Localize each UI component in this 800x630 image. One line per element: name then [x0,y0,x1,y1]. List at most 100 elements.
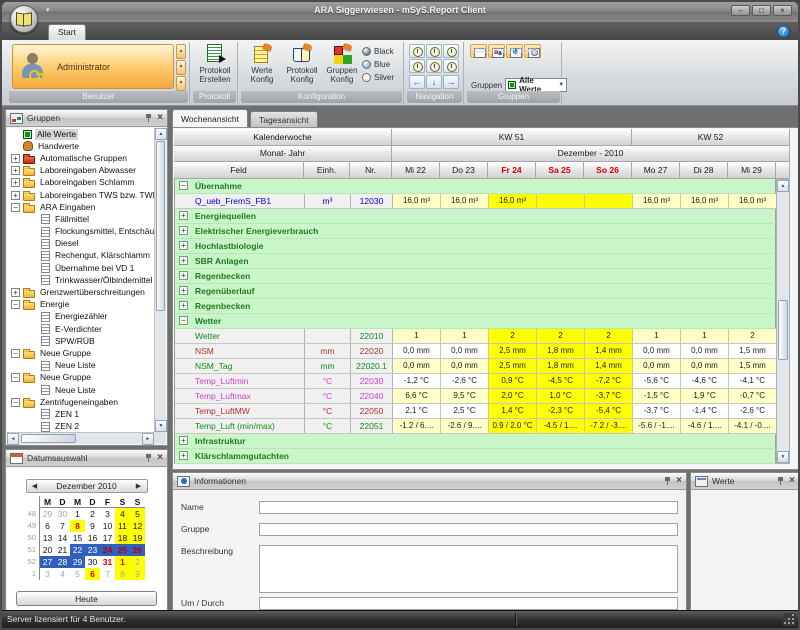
today-button[interactable]: Heute [16,591,157,606]
value-cell[interactable]: 16,0 m³ [681,194,729,208]
expand-icon[interactable]: + [179,271,188,280]
theme-option-silver[interactable]: Silver [362,71,394,84]
calendar-day[interactable]: 31 [100,556,115,568]
value-cell[interactable]: -5.6 / -1.... [633,419,681,433]
calendar-day[interactable]: 14 [55,532,70,544]
field-name-cell[interactable]: Wetter [175,329,305,343]
value-cell[interactable]: -3,7 °C [585,389,633,403]
field-name-cell[interactable]: Temp_Luftmax [175,389,305,403]
value-cell[interactable]: 1,9 °C [681,389,729,403]
value-cell[interactable]: 1 [393,329,441,343]
calendar-day[interactable]: 4 [55,568,70,580]
calendar-day[interactable]: 6 [40,520,55,532]
tab-wochenansicht[interactable]: Wochenansicht [172,109,248,128]
tree-item[interactable]: +Automatische Gruppen [7,152,154,164]
tree-item[interactable]: ZEN 2 [7,421,154,433]
calendar-day[interactable]: 10 [100,520,115,532]
expand-icon[interactable]: + [179,256,188,265]
value-cell[interactable]: 1,8 mm [537,359,585,373]
value-cell[interactable]: -2.6 / 9.... [441,419,489,433]
section-row[interactable]: +Regenbecken [175,299,776,314]
quick-access-caret-icon[interactable]: ▾ [46,6,50,14]
expand-icon[interactable]: + [11,154,20,163]
value-cell[interactable]: 2,5 mm [489,359,537,373]
expand-icon[interactable]: + [11,166,20,175]
calendar-day[interactable]: 16 [85,532,100,544]
value-cell[interactable]: 0,0 mm [633,359,681,373]
calendar-day[interactable]: 7 [55,520,70,532]
tree-item[interactable]: −Zentrifugeneingaben [7,396,154,408]
field-name-cell[interactable]: Temp_LuftMW [175,404,305,418]
theme-option-blue[interactable]: Blue [362,58,394,71]
value-cell[interactable]: 1 [441,329,489,343]
expand-icon[interactable]: + [179,211,188,220]
tree-vertical-scrollbar[interactable]: ▲ ▼ [154,128,166,432]
calendar-day[interactable]: 21 [55,544,70,556]
calendar-day[interactable]: 29 [40,508,55,520]
value-cell[interactable]: -5,4 °C [585,404,633,418]
value-cell[interactable]: -4,6 °C [681,374,729,388]
day-column-header[interactable]: Mi 29 [728,162,776,179]
section-row[interactable]: +Hochlastbiologie [175,239,776,254]
section-row[interactable]: +Regenüberlauf [175,284,776,299]
calendar-day[interactable]: 3 [100,508,115,520]
tree-item[interactable]: Neue Liste [7,360,154,372]
tree-item[interactable]: −Neue Gruppe [7,372,154,384]
calendar-day[interactable]: 12 [130,520,145,532]
value-cell[interactable]: -7.2 / -3.... [585,419,633,433]
tree-item[interactable]: +Laboreingaben Schlamm [7,177,154,189]
calendar-day[interactable]: 19 [130,532,145,544]
value-cell[interactable]: -1,2 °C [393,374,441,388]
calendar-day[interactable]: 15 [70,532,85,544]
value-cell[interactable]: -4,5 °C [537,374,585,388]
expand-icon[interactable]: + [179,226,188,235]
clock-icon[interactable] [443,44,459,58]
value-cell[interactable]: -4,1 °C [729,374,777,388]
day-column-header[interactable]: Sa 25 [536,162,584,179]
value-cell[interactable]: 0.9 / 2.0 °C [489,419,537,433]
collapse-icon[interactable]: − [179,316,188,325]
value-cell[interactable]: -2,6 °C [729,404,777,418]
day-column-header[interactable]: Do 23 [440,162,488,179]
section-row[interactable]: −Übernahme [175,179,776,194]
close-icon[interactable]: × [789,476,795,486]
value-cell[interactable]: 2 [585,329,633,343]
expand-icon[interactable]: + [179,301,188,310]
um-durch-field[interactable] [259,597,678,610]
field-name-cell[interactable]: Q_ueb_FremS_FB1 [175,194,305,208]
calendar-day[interactable]: 8 [115,568,130,580]
scroll-down-icon[interactable]: ▼ [176,60,186,75]
value-cell[interactable]: 16,0 m³ [489,194,537,208]
value-cell[interactable]: 0,0 mm [681,359,729,373]
value-cell[interactable]: 16,0 m³ [393,194,441,208]
close-button[interactable]: × [773,5,792,16]
protokoll-erstellen-button[interactable]: Protokoll Erstellen [195,44,235,84]
calendar-day[interactable]: 9 [85,520,100,532]
scroll-more-icon[interactable]: ▼ [176,76,186,91]
scroll-left-icon[interactable]: ◄ [7,433,19,445]
calendar-day[interactable]: 2 [85,508,100,520]
calendar-day[interactable]: 17 [100,532,115,544]
tree-item[interactable]: Handwerte [7,140,154,152]
value-cell[interactable]: 1,4 °C [489,404,537,418]
tab-start[interactable]: Start [48,24,86,40]
app-menu-button[interactable] [10,5,38,33]
collapse-icon[interactable]: − [11,349,20,358]
table-vertical-scrollbar[interactable]: ▲ ▼ [776,179,790,464]
section-row[interactable]: +Infrastruktur [175,434,776,449]
day-column-header[interactable]: Mi 22 [392,162,440,179]
value-cell[interactable]: -5,6 °C [633,374,681,388]
user-box[interactable]: Administrator [12,44,174,89]
value-cell[interactable]: -7,2 °C [585,374,633,388]
tree-item[interactable]: +Laboreingaben TWS bzw. TWB [7,189,154,201]
arrow-down-icon[interactable]: ↓ [426,75,442,89]
calendar-day[interactable]: 20 [40,544,55,556]
theme-option-black[interactable]: Black [362,45,394,58]
day-column-header[interactable]: Fr 24 [488,162,536,179]
tree-item[interactable]: Fällmittel [7,213,154,225]
value-cell[interactable]: 0,0 mm [393,359,441,373]
tree-item[interactable]: Rechengut, Klärschlamm [7,250,154,262]
field-name-cell[interactable]: NSM [175,344,305,358]
expand-icon[interactable]: + [11,288,20,297]
collapse-icon[interactable]: − [11,300,20,309]
